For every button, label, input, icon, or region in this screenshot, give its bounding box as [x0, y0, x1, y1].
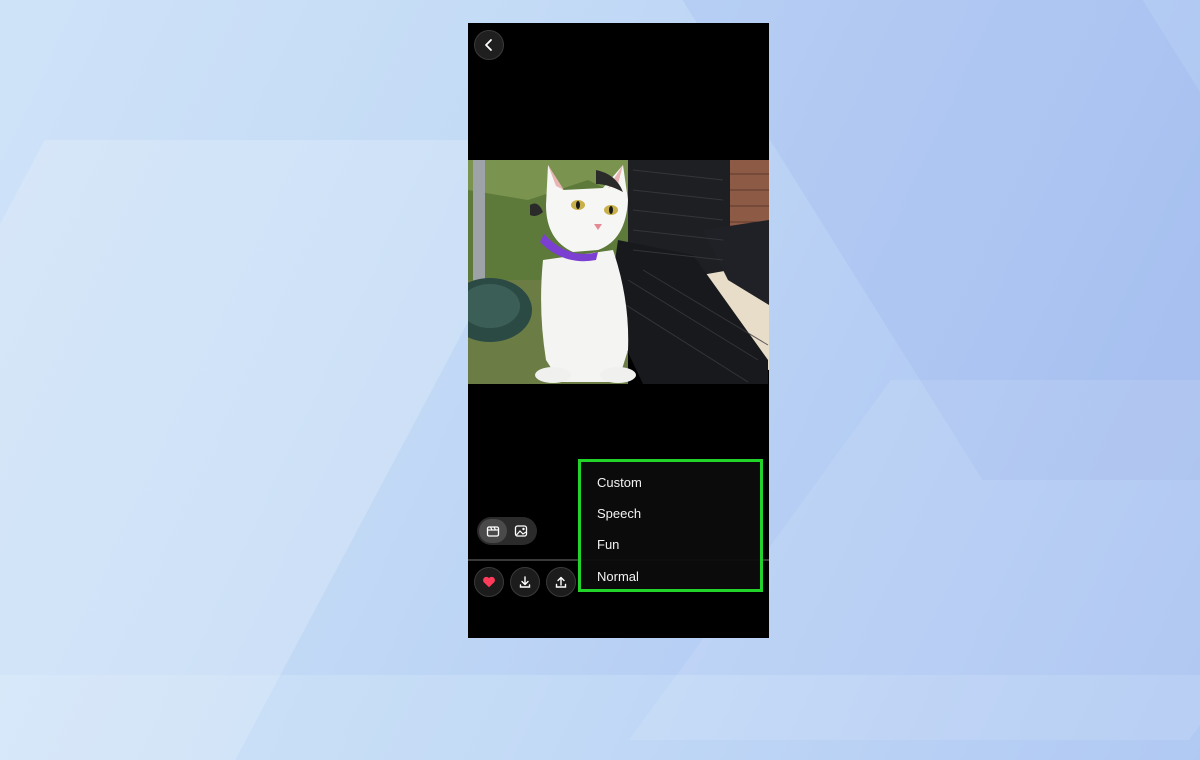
playback-speed-menu: Custom Speech Fun Normal: [578, 459, 763, 592]
download-button[interactable]: [510, 567, 540, 597]
cat-photo: [468, 160, 769, 384]
media-mode-toggle: [477, 517, 537, 545]
chevron-left-icon: [485, 39, 492, 51]
menu-item-custom[interactable]: Custom: [597, 475, 642, 491]
share-button[interactable]: [546, 567, 576, 597]
upload-icon: [555, 576, 567, 588]
heart-icon: [483, 576, 495, 588]
video-mode-button[interactable]: [479, 519, 507, 543]
clapperboard-icon: [486, 526, 500, 537]
menu-item-speech[interactable]: Speech: [597, 506, 641, 522]
back-button[interactable]: [474, 30, 504, 60]
photo-mode-button[interactable]: [507, 519, 535, 543]
download-icon: [519, 576, 531, 588]
favorite-button[interactable]: [474, 567, 504, 597]
menu-item-normal[interactable]: Normal: [597, 569, 639, 585]
image-icon: [514, 525, 528, 537]
menu-item-fun[interactable]: Fun: [597, 537, 619, 553]
